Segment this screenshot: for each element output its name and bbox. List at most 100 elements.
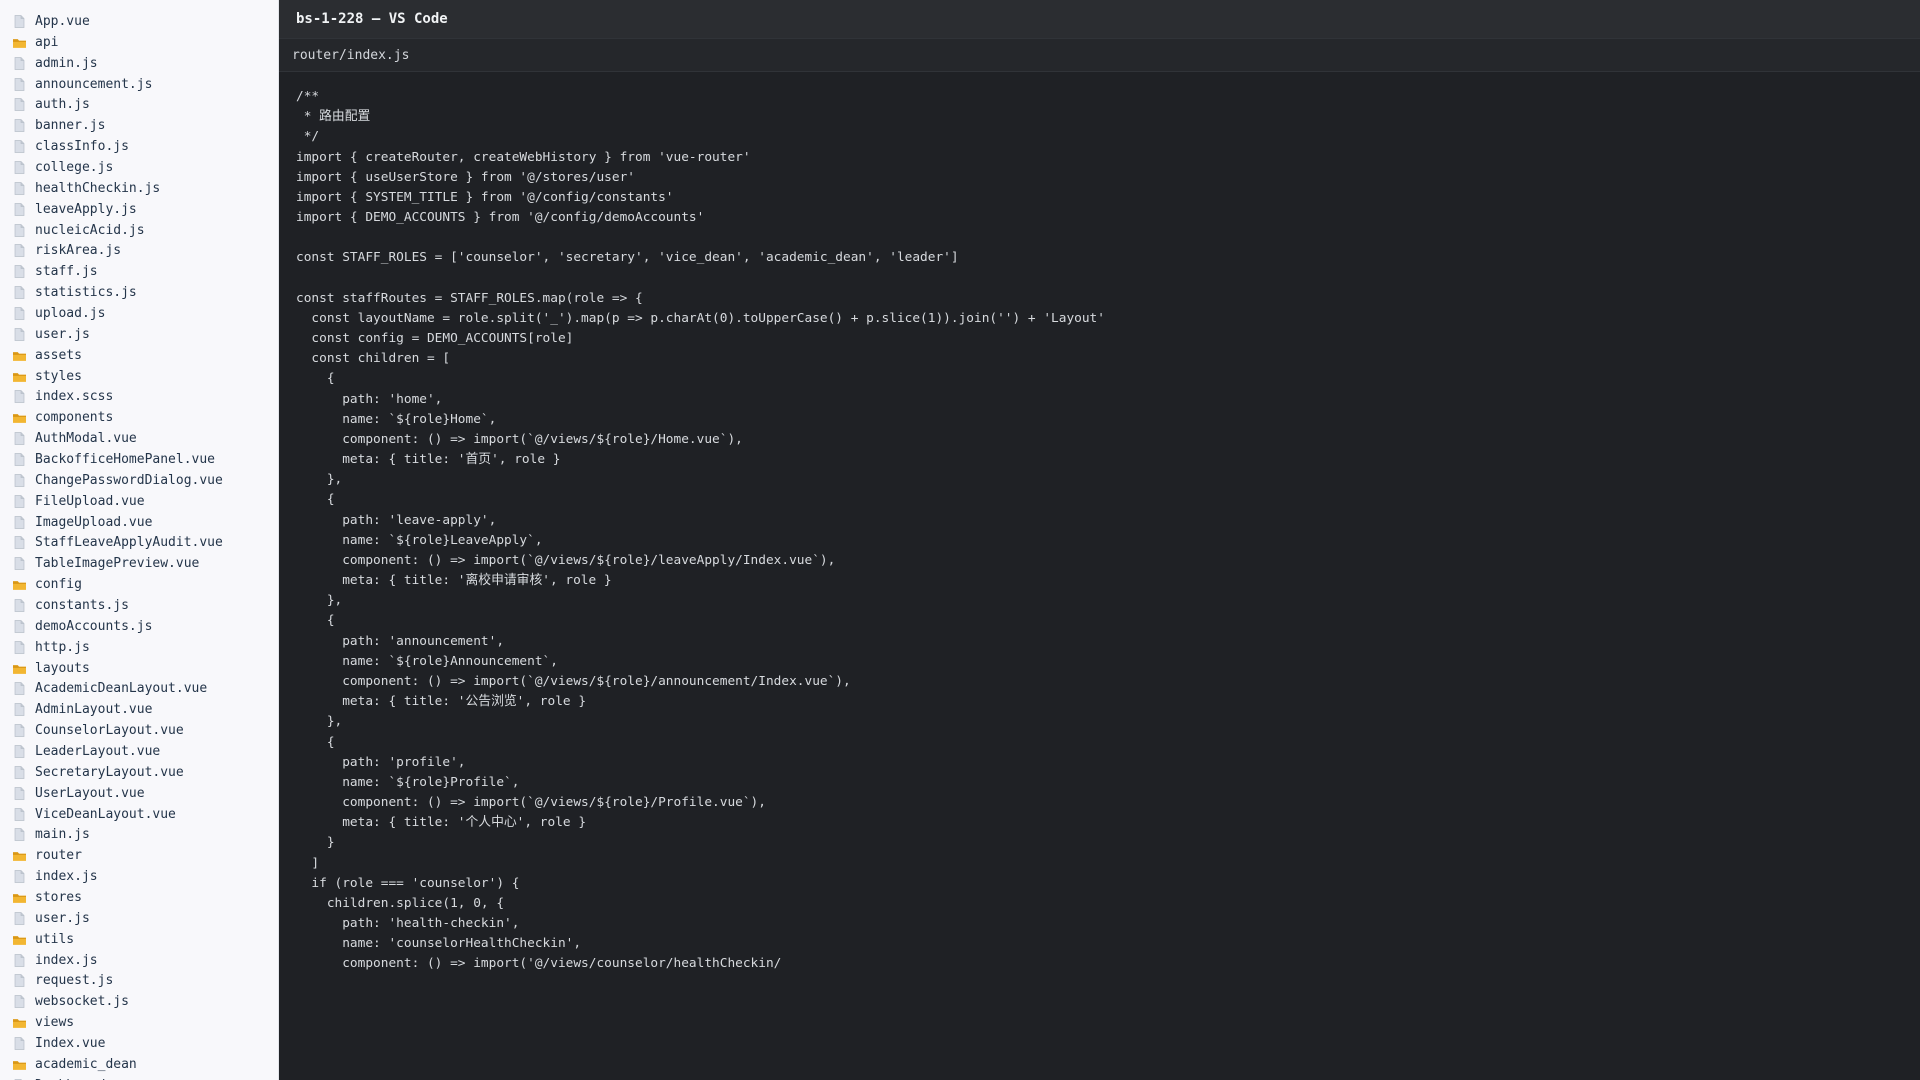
sidebar-file-item[interactable]: StaffLeaveApplyAudit.vue [0,532,278,553]
code-line[interactable]: name: 'counselorHealthCheckin', [296,934,1920,954]
code-line[interactable]: */ [296,127,1920,147]
sidebar-file-item[interactable]: demoAccounts.js [0,616,278,637]
code-line[interactable]: meta: { title: '离校申请审核', role } [296,571,1920,591]
code-line[interactable]: { [296,611,1920,631]
sidebar-folder-item[interactable]: views [0,1012,278,1033]
sidebar-file-item[interactable]: AcademicDeanLayout.vue [0,679,278,700]
code-line[interactable]: * 路由配置 [296,107,1920,127]
code-line[interactable]: meta: { title: '个人中心', role } [296,813,1920,833]
sidebar-file-item[interactable]: websocket.js [0,991,278,1012]
code-line[interactable]: }, [296,712,1920,732]
sidebar-file-item[interactable]: SecretaryLayout.vue [0,762,278,783]
code-line[interactable]: component: () => import('@/views/counsel… [296,954,1920,974]
sidebar-folder-item[interactable]: styles [0,366,278,387]
code-line[interactable] [296,228,1920,248]
code-line[interactable] [296,269,1920,289]
code-editor[interactable]: /** * 路由配置 */import { createRouter, crea… [279,72,1920,1080]
code-line[interactable]: /** [296,87,1920,107]
code-line[interactable]: const STAFF_ROLES = ['counselor', 'secre… [296,248,1920,268]
code-line[interactable]: meta: { title: '首页', role } [296,450,1920,470]
code-line[interactable]: component: () => import(`@/views/${role}… [296,672,1920,692]
code-line[interactable]: import { useUserStore } from '@/stores/u… [296,168,1920,188]
sidebar-folder-item[interactable]: layouts [0,658,278,679]
sidebar-file-item[interactable]: healthCheckin.js [0,178,278,199]
explorer-sidebar[interactable]: App.vue api admin.js announcement.js auth.js… [0,0,279,1080]
sidebar-folder-item[interactable]: assets [0,345,278,366]
sidebar-file-item[interactable]: Dashboard.vue [0,1075,278,1080]
code-line[interactable]: component: () => import(`@/views/${role}… [296,551,1920,571]
file-tree[interactable]: App.vue api admin.js announcement.js auth.js… [0,11,278,1080]
sidebar-file-item[interactable]: user.js [0,908,278,929]
sidebar-file-item[interactable]: LeaderLayout.vue [0,741,278,762]
code-line[interactable]: name: `${role}Profile`, [296,773,1920,793]
sidebar-file-item[interactable]: UserLayout.vue [0,783,278,804]
sidebar-file-item[interactable]: index.scss [0,386,278,407]
sidebar-file-item[interactable]: banner.js [0,115,278,136]
sidebar-file-item[interactable]: ViceDeanLayout.vue [0,804,278,825]
sidebar-file-item[interactable]: user.js [0,324,278,345]
sidebar-folder-item[interactable]: config [0,574,278,595]
sidebar-file-item[interactable]: nucleicAcid.js [0,220,278,241]
code-line[interactable]: name: `${role}LeaveApply`, [296,531,1920,551]
sidebar-file-item[interactable]: CounselorLayout.vue [0,720,278,741]
sidebar-file-item[interactable]: riskArea.js [0,240,278,261]
code-content[interactable]: /** * 路由配置 */import { createRouter, crea… [296,87,1920,975]
code-line[interactable]: path: 'home', [296,390,1920,410]
sidebar-file-item[interactable]: constants.js [0,595,278,616]
code-line[interactable]: name: `${role}Home`, [296,410,1920,430]
sidebar-folder-item[interactable]: api [0,32,278,53]
code-line[interactable]: { [296,490,1920,510]
sidebar-file-item[interactable]: announcement.js [0,74,278,95]
code-line[interactable]: children.splice(1, 0, { [296,894,1920,914]
code-line[interactable]: import { SYSTEM_TITLE } from '@/config/c… [296,188,1920,208]
code-line[interactable]: const config = DEMO_ACCOUNTS[role] [296,329,1920,349]
sidebar-file-item[interactable]: leaveApply.js [0,199,278,220]
sidebar-folder-item[interactable]: utils [0,929,278,950]
sidebar-file-item[interactable]: App.vue [0,11,278,32]
code-line[interactable]: import { DEMO_ACCOUNTS } from '@/config/… [296,208,1920,228]
code-line[interactable]: path: 'leave-apply', [296,511,1920,531]
sidebar-file-item[interactable]: auth.js [0,94,278,115]
code-line[interactable]: path: 'announcement', [296,632,1920,652]
sidebar-file-item[interactable]: classInfo.js [0,136,278,157]
code-line[interactable]: path: 'profile', [296,753,1920,773]
sidebar-file-item[interactable]: ChangePasswordDialog.vue [0,470,278,491]
sidebar-file-item[interactable]: college.js [0,157,278,178]
sidebar-file-item[interactable]: FileUpload.vue [0,491,278,512]
sidebar-file-item[interactable]: index.js [0,950,278,971]
sidebar-file-item[interactable]: index.js [0,866,278,887]
code-line[interactable]: if (role === 'counselor') { [296,874,1920,894]
sidebar-file-item[interactable]: http.js [0,637,278,658]
code-line[interactable]: path: 'health-checkin', [296,914,1920,934]
sidebar-file-item[interactable]: TableImagePreview.vue [0,553,278,574]
sidebar-file-item[interactable]: AuthModal.vue [0,428,278,449]
code-line[interactable]: const staffRoutes = STAFF_ROLES.map(role… [296,289,1920,309]
sidebar-file-item[interactable]: main.js [0,825,278,846]
code-line[interactable]: const children = [ [296,349,1920,369]
sidebar-file-item[interactable]: Index.vue [0,1033,278,1054]
sidebar-file-item[interactable]: admin.js [0,53,278,74]
code-line[interactable]: { [296,733,1920,753]
code-line[interactable]: { [296,369,1920,389]
sidebar-folder-item[interactable]: stores [0,887,278,908]
sidebar-file-item[interactable]: BackofficeHomePanel.vue [0,449,278,470]
code-line[interactable]: } [296,833,1920,853]
code-line[interactable]: component: () => import(`@/views/${role}… [296,430,1920,450]
sidebar-file-item[interactable]: staff.js [0,261,278,282]
code-line[interactable]: import { createRouter, createWebHistory … [296,148,1920,168]
code-line[interactable]: component: () => import(`@/views/${role}… [296,793,1920,813]
sidebar-file-item[interactable]: request.js [0,971,278,992]
code-line[interactable]: }, [296,470,1920,490]
code-line[interactable]: const layoutName = role.split('_').map(p… [296,309,1920,329]
code-line[interactable]: }, [296,591,1920,611]
sidebar-file-item[interactable]: upload.js [0,303,278,324]
sidebar-file-item[interactable]: statistics.js [0,282,278,303]
sidebar-folder-item[interactable]: router [0,845,278,866]
sidebar-file-item[interactable]: ImageUpload.vue [0,512,278,533]
code-line[interactable]: ] [296,854,1920,874]
sidebar-folder-item[interactable]: academic_dean [0,1054,278,1075]
code-line[interactable]: meta: { title: '公告浏览', role } [296,692,1920,712]
code-line[interactable]: name: `${role}Announcement`, [296,652,1920,672]
sidebar-file-item[interactable]: AdminLayout.vue [0,699,278,720]
sidebar-folder-item[interactable]: components [0,407,278,428]
